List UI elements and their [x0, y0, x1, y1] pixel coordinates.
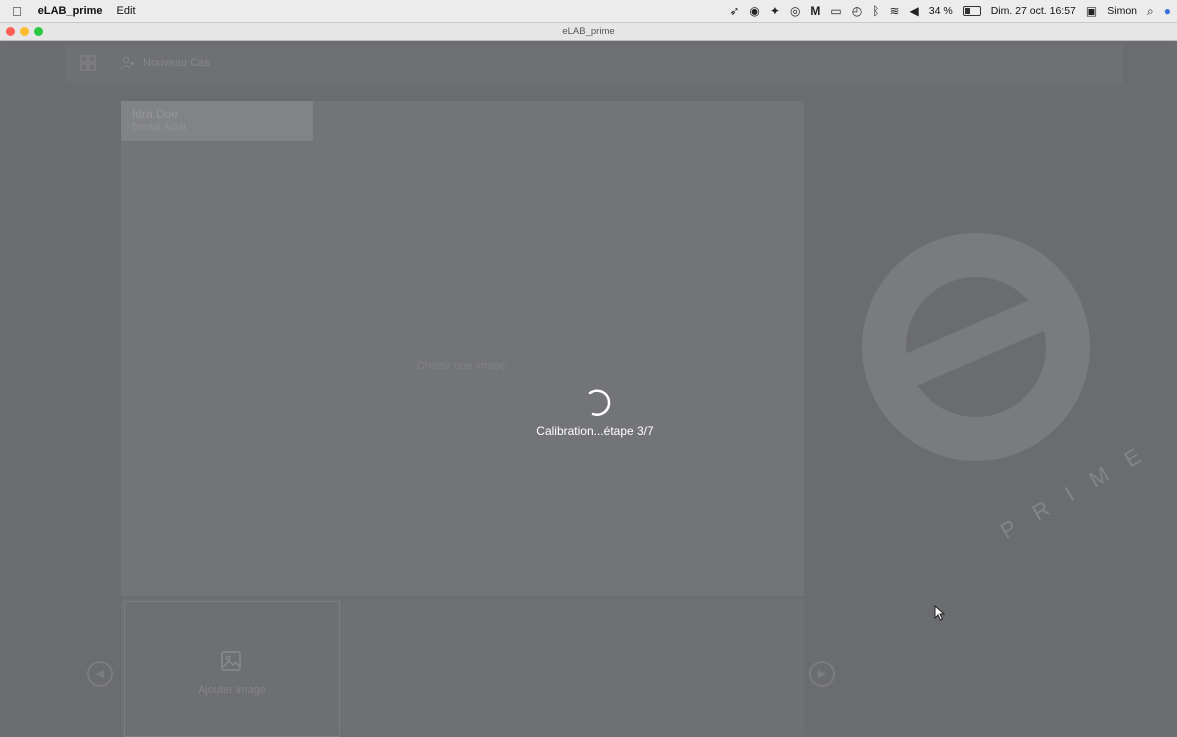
menu-app-name[interactable]: eLAB_prime [38, 5, 103, 17]
grid-icon[interactable] [80, 55, 96, 71]
patient-subtitle: Dental Adult [132, 122, 186, 133]
spinner-icon [588, 389, 611, 416]
spotlight-icon[interactable]: ⌕ [1147, 4, 1154, 19]
thumbnail-strip: Ajouter image [121, 599, 804, 737]
status-area: ➶ ◉ ✦ ◎ M ▭ ◴ ᛒ ≋ ◀ 34 % Dim. 27 oct. 16… [729, 0, 1171, 22]
bluetooth-icon[interactable]: ᛒ [872, 4, 879, 18]
apple-icon[interactable]:  [12, 4, 22, 19]
image-icon [221, 651, 241, 671]
location-icon[interactable]: ➶ [729, 4, 739, 18]
time-machine-icon[interactable]: ◴ [852, 4, 862, 18]
wifi-icon[interactable]: ≋ [889, 4, 899, 18]
window-titlebar: eLAB_prime [0, 23, 1177, 41]
elab-prime-logo: PRIME [862, 233, 1164, 542]
mouse-cursor-icon [934, 605, 946, 621]
zoom-window-button[interactable] [34, 27, 43, 36]
minimize-window-button[interactable] [20, 27, 29, 36]
patient-tab[interactable]: Idra Doe Dental Adult [121, 101, 313, 141]
image-viewer-panel[interactable]: Idra Doe Dental Adult Choisir une image [121, 101, 804, 596]
dropbox-icon[interactable]: ✦ [770, 4, 780, 18]
close-window-button[interactable] [6, 27, 15, 36]
next-image-button[interactable]: ▶ [809, 661, 835, 687]
patient-name: Idra Doe [132, 107, 179, 121]
add-image-label: Ajouter image [198, 684, 266, 696]
battery-icon[interactable] [962, 6, 981, 16]
record-icon[interactable]: ◎ [790, 4, 800, 18]
menu-edit[interactable]: Edit [117, 5, 136, 17]
previous-image-button[interactable]: ◀ [87, 661, 113, 687]
new-patient-button[interactable]: Nouveau Cas [143, 57, 210, 69]
choose-image-placeholder[interactable]: Choisir une image [121, 360, 801, 372]
sidebar-icon[interactable]: ▣ [1086, 4, 1097, 18]
opera-icon[interactable]: ◉ [749, 4, 759, 18]
clock[interactable]: Dim. 27 oct. 16:57 [991, 5, 1076, 17]
menu-bar:  eLAB_prime Edit ➶ ◉ ✦ ◎ M ▭ ◴ ᛒ ≋ ◀ 34… [0, 0, 1177, 23]
add-image-tile[interactable]: Ajouter image [124, 601, 340, 737]
user-name[interactable]: Simon [1107, 5, 1137, 17]
siri-icon[interactable]: ● [1164, 4, 1171, 18]
volume-icon[interactable]: ◀ [910, 4, 919, 18]
battery-percent[interactable]: 34 % [929, 5, 953, 17]
malwarebytes-icon[interactable]: M [810, 4, 820, 18]
airplay-icon[interactable]: ▭ [830, 4, 841, 18]
calibration-status: Calibration...étape 3/7 [536, 424, 654, 438]
add-user-icon[interactable] [121, 56, 135, 70]
window-title: eLAB_prime [562, 26, 615, 37]
top-toolbar: Nouveau Cas [65, 44, 1123, 84]
